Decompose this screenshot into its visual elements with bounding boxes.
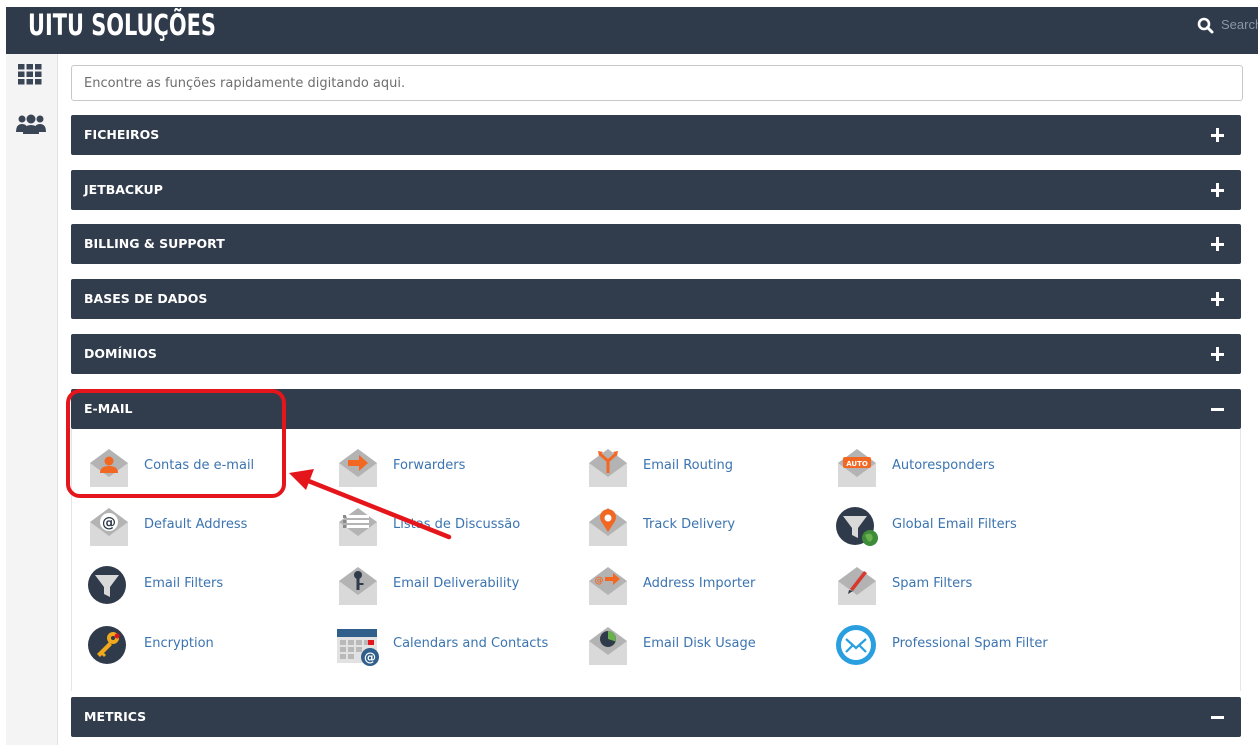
- email-item-label: Email Filters: [144, 576, 224, 591]
- global-email-filters-icon: [836, 507, 878, 546]
- panel-ficheiros[interactable]: FICHEIROS: [71, 115, 1241, 155]
- quick-find-input[interactable]: [71, 65, 1243, 101]
- panel-title: METRICS: [84, 709, 147, 724]
- email-item-label: Email Routing: [643, 458, 734, 473]
- panel-title: BASES DE DADOS: [84, 291, 208, 306]
- spam-filters-icon: [838, 567, 876, 605]
- search-icon[interactable]: [1196, 16, 1216, 36]
- email-deliverability-icon: [339, 567, 377, 605]
- panel-title: E-MAIL: [84, 401, 133, 416]
- email-item-label: Email Disk Usage: [643, 636, 756, 651]
- track-delivery-icon: [589, 508, 627, 546]
- expand-icon[interactable]: [1211, 183, 1225, 197]
- email-filters-icon: [88, 566, 126, 604]
- panel-title: DOMÍNIOS: [84, 346, 157, 361]
- users-icon[interactable]: [16, 114, 46, 136]
- svg-text:@: @: [595, 576, 604, 586]
- svg-text:@: @: [364, 651, 376, 665]
- default-address-icon: @: [90, 508, 128, 546]
- mailing-lists-icon: [339, 508, 377, 546]
- sidebar: [6, 54, 58, 745]
- autoresponders-icon: AUTO: [838, 449, 876, 487]
- svg-text:@: @: [102, 515, 116, 531]
- email-item-label: Autoresponders: [892, 458, 995, 473]
- panel-metrics[interactable]: METRICS: [71, 697, 1241, 737]
- panel-email[interactable]: E-MAIL: [71, 389, 1241, 429]
- panel-title: BILLING & SUPPORT: [84, 236, 225, 251]
- panel-title: FICHEIROS: [84, 127, 160, 142]
- expand-icon[interactable]: [1211, 128, 1225, 142]
- email-item-label: Forwarders: [393, 458, 466, 473]
- panel-title: JETBACKUP: [84, 182, 163, 197]
- panel-billing-support[interactable]: BILLING & SUPPORT: [71, 224, 1241, 264]
- calendars-contacts-icon: @: [337, 629, 379, 666]
- address-importer-icon: @: [589, 567, 627, 605]
- expand-icon[interactable]: [1211, 237, 1225, 251]
- expand-icon[interactable]: [1211, 347, 1225, 361]
- auto-badge: AUTO: [846, 460, 868, 468]
- encryption-icon: [88, 626, 126, 664]
- grid-icon[interactable]: [18, 64, 42, 86]
- brand-logo[interactable]: UITU SOLUÇÕES: [28, 8, 216, 42]
- email-item-label: Email Deliverability: [393, 576, 520, 591]
- forwarders-icon: [339, 449, 377, 487]
- email-item-label: Track Delivery: [643, 517, 736, 532]
- panel-jetbackup[interactable]: JETBACKUP: [71, 170, 1241, 210]
- top-bar: UITU SOLUÇÕES Search: [0, 0, 1258, 54]
- collapse-icon[interactable]: [1211, 710, 1225, 724]
- professional-spam-filter-icon: [836, 625, 876, 665]
- email-disk-usage-icon: [589, 627, 627, 665]
- email-item-label: Global Email Filters: [892, 517, 1017, 532]
- email-item-label: Default Address: [144, 517, 248, 532]
- email-routing-icon: [589, 449, 627, 487]
- panel-bases-de-dados[interactable]: BASES DE DADOS: [71, 279, 1241, 319]
- collapse-icon[interactable]: [1211, 402, 1225, 416]
- search-label[interactable]: Search: [1221, 17, 1258, 32]
- email-item-label: Calendars and Contacts: [393, 636, 549, 651]
- email-item-label: Address Importer: [643, 576, 756, 591]
- email-item-label: Spam Filters: [892, 576, 973, 591]
- email-item-label: Listas de Discussão: [393, 517, 521, 532]
- email-item-label: Professional Spam Filter: [892, 636, 1048, 651]
- email-item-label: Contas de e-mail: [144, 458, 255, 473]
- panel-dominios[interactable]: DOMÍNIOS: [71, 334, 1241, 374]
- email-accounts-icon: [90, 449, 128, 487]
- email-item-label: Encryption: [144, 636, 214, 651]
- expand-icon[interactable]: [1211, 292, 1225, 306]
